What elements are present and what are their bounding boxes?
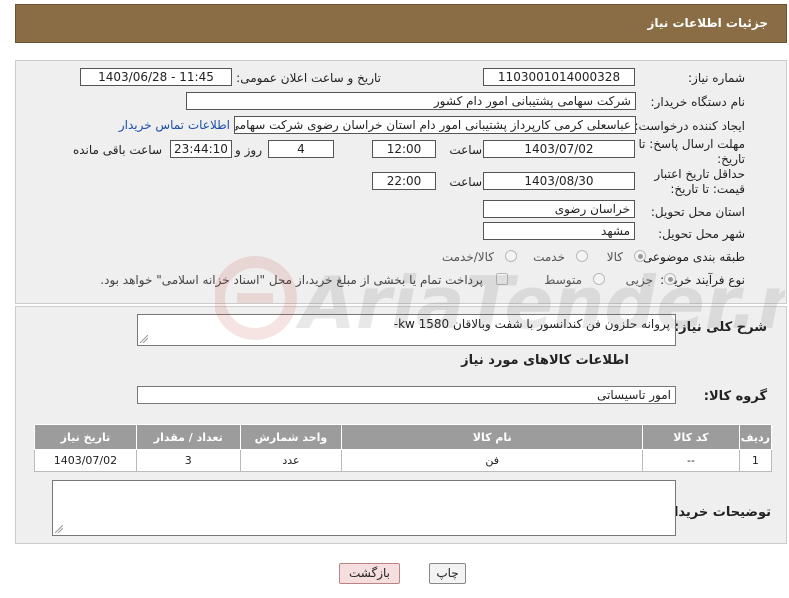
buyer-contact-link[interactable]: اطلاعات تماس خریدار: [119, 118, 230, 132]
requester-label: ایجاد کننده درخواست:: [634, 119, 745, 133]
announce-date-label: تاریخ و ساعت اعلان عمومی:: [236, 71, 381, 85]
description-text: پروانه حلزون فن کندانسور با شفت وبالاقان…: [393, 317, 670, 331]
category-goods-option: کالا: [606, 250, 623, 264]
city-label: شهر محل تحویل:: [658, 227, 745, 241]
goods-table: ردیف کد کالا نام کالا واحد شمارش تعداد /…: [34, 424, 773, 472]
category-goods-service-option: کالا/خدمت: [441, 250, 494, 264]
goods-section-title: اطلاعات کالاهای مورد نیاز: [461, 353, 629, 368]
remaining-time-field: 23:44:10: [170, 140, 232, 158]
deadline-days-field: 4: [268, 140, 334, 158]
col-quantity: تعداد / مقدار: [135, 424, 241, 450]
page-header: جزئیات اطلاعات نیاز: [15, 4, 787, 43]
province-field: خراسان رضوی: [483, 200, 635, 218]
buyer-org-field: شرکت سهامی پشتیبانی امور دام کشور: [186, 92, 636, 110]
deadline-time-label: ساعت: [449, 143, 482, 157]
page-title: جزئیات اطلاعات نیاز: [647, 16, 768, 30]
col-row-number: ردیف: [738, 424, 773, 450]
requester-field: عباسعلی کرمی کارپرداز پشتیبانی امور دام …: [234, 116, 636, 134]
deadline-date-field: 1403/07/02: [483, 140, 635, 158]
cell-row-number: 1: [738, 449, 773, 472]
validity-time-label: ساعت: [449, 175, 482, 189]
announce-date-field: 1403/06/28 - 11:45: [80, 68, 232, 86]
remaining-time-label: ساعت باقی مانده: [72, 143, 162, 157]
back-button[interactable]: بازگشت: [339, 563, 400, 584]
print-button[interactable]: چاپ: [429, 563, 466, 584]
cell-quantity: 3: [135, 449, 241, 472]
goods-group-field: امور تاسیساتی: [137, 386, 676, 404]
treasury-payment-note: پرداخت تمام یا بخشی از مبلغ خرید،از محل …: [100, 273, 483, 287]
need-number-label: شماره نیاز:: [688, 71, 745, 85]
province-label: استان محل تحویل:: [650, 205, 745, 219]
process-minor-radio[interactable]: [664, 273, 676, 285]
treasury-payment-checkbox[interactable]: [496, 273, 508, 285]
process-minor-option: جزیی: [625, 273, 653, 287]
col-unit: واحد شمارش: [239, 424, 343, 450]
need-number-field: 1103001014000328: [483, 68, 635, 86]
validity-label: حداقل تاریخ اعتبار قیمت: تا تاریخ:: [654, 167, 745, 196]
category-label: طبقه بندی موضوعی:: [638, 250, 745, 264]
col-item-name: نام کالا: [341, 424, 644, 450]
category-goods-radio[interactable]: [634, 250, 646, 262]
cell-need-date: 1403/07/02: [34, 449, 137, 472]
category-service-radio[interactable]: [576, 250, 588, 262]
col-need-date: تاریخ نیاز: [34, 424, 137, 450]
goods-table-header: ردیف کد کالا نام کالا واحد شمارش تعداد /…: [34, 424, 773, 450]
deadline-days-label: روز و: [235, 143, 262, 157]
buyer-notes-field: [52, 480, 676, 536]
description-field: پروانه حلزون فن کندانسور با شفت وبالاقان…: [137, 314, 676, 346]
goods-group-label: گروه کالا:: [703, 389, 767, 404]
cell-item-name: فن: [341, 449, 644, 472]
cell-unit: عدد: [239, 449, 343, 472]
validity-time-field: 22:00: [372, 172, 436, 190]
cell-item-code: --: [642, 449, 740, 472]
validity-date-field: 1403/08/30: [483, 172, 635, 190]
category-service-option: خدمت: [533, 250, 565, 264]
col-item-code: کد کالا: [642, 424, 740, 450]
buyer-org-label: نام دستگاه خریدار:: [650, 95, 746, 109]
category-goods-service-radio[interactable]: [505, 250, 517, 262]
table-row: 1 -- فن عدد 3 1403/07/02: [34, 449, 773, 472]
process-medium-option: متوسط: [544, 273, 582, 287]
resize-grip-icon: [55, 525, 63, 533]
deadline-time-field: 12:00: [372, 140, 436, 158]
resize-grip-icon: [140, 335, 148, 343]
deadline-label: مهلت ارسال پاسخ: تا تاریخ:: [638, 137, 745, 166]
city-field: مشهد: [483, 222, 635, 240]
process-medium-radio[interactable]: [593, 273, 605, 285]
description-label: شرح کلی نیاز:: [673, 320, 767, 335]
buyer-notes-label: توضیحات خریدار:: [661, 505, 771, 520]
